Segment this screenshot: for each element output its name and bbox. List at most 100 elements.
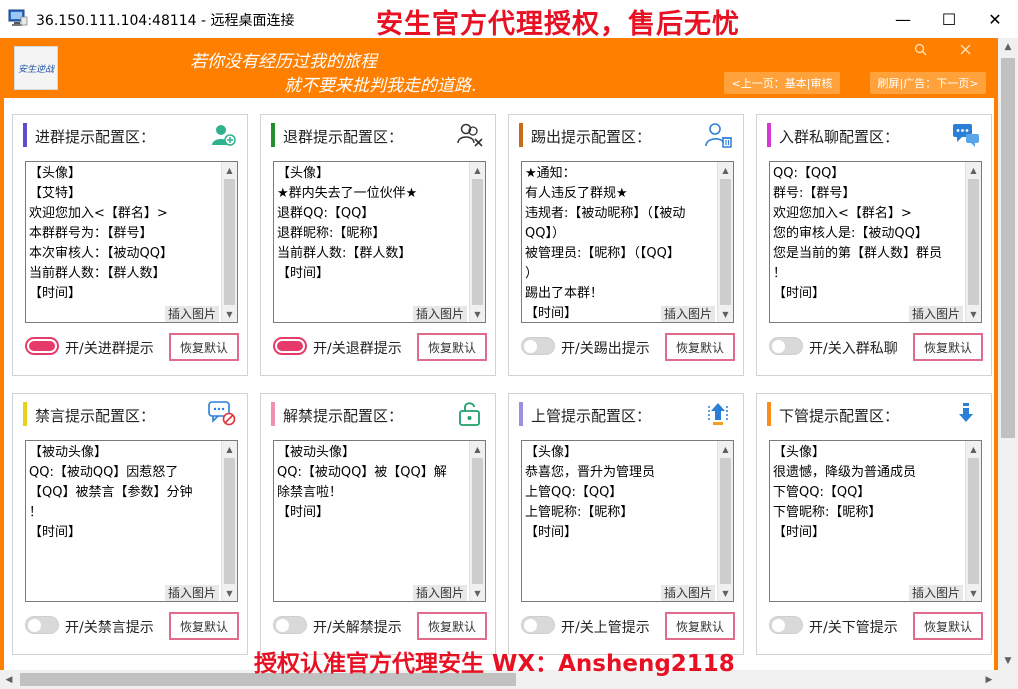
minimize-button[interactable]: — [880,0,926,38]
textarea-scrollbar[interactable]: ▲ ▼ [469,441,485,601]
close-window-button[interactable]: ✕ [972,0,1018,38]
restore-default-button[interactable]: 恢复默认 [665,612,735,640]
restore-default-button[interactable]: 恢复默认 [169,333,239,361]
template-line: 有人违反了群规★ [525,186,628,201]
textarea-scrollbar[interactable]: ▲ ▼ [965,162,981,322]
scroll-up-icon[interactable]: ▲ [222,162,237,178]
vertical-scrollbar[interactable]: ▲ ▼ [998,38,1018,670]
scroll-up-icon[interactable]: ▲ [966,162,981,178]
card-header: 入群私聊配置区： [767,121,981,149]
insert-image-button[interactable]: 插入图片 [660,306,715,322]
restore-default-button[interactable]: 恢复默认 [417,333,487,361]
template-lines: QQ:【QQ】 群号:【群号】 欢迎您加入<【群名】> 您的审核人是:【被动QQ… [773,164,965,304]
message-template-textarea[interactable]: 【头像】 恭喜您，晋升为管理员 上管QQ:【QQ】 上管昵称:【昵称】 【时间】… [521,440,734,602]
scrollbar-thumb[interactable] [224,458,235,584]
scrollbar-thumb[interactable] [968,458,979,584]
message-template-textarea[interactable]: ★通知： 有人违反了群规★ 违规者:【被动昵称】（【被动 QQ】） 被管理员:【… [521,161,734,323]
insert-image-button[interactable]: 插入图片 [412,585,467,601]
enable-toggle[interactable] [273,616,307,634]
scrollbar-thumb[interactable] [1001,58,1015,438]
next-page-button[interactable]: 刷屏|广告：下一页> [870,72,986,94]
scroll-down-icon[interactable]: ▼ [718,585,733,601]
scroll-down-icon[interactable]: ▼ [998,652,1018,670]
scroll-up-icon[interactable]: ▲ [718,162,733,178]
restore-default-button[interactable]: 恢复默认 [169,612,239,640]
restore-default-button[interactable]: 恢复默认 [417,612,487,640]
enable-toggle[interactable] [25,616,59,634]
template-line: 【时间】 [773,286,826,301]
card-accent-bar [519,402,523,426]
scroll-down-icon[interactable]: ▼ [470,585,485,601]
message-template-textarea[interactable]: 【头像】 很遗憾，降级为普通成员 下管QQ:【QQ】 下管昵称:【昵称】 【时间… [769,440,982,602]
scroll-down-icon[interactable]: ▼ [470,306,485,322]
template-line: 很遗憾，降级为普通成员 [773,465,917,480]
toggle-knob [524,340,537,353]
scroll-up-icon[interactable]: ▲ [470,162,485,178]
card-title: 踢出提示配置区： [531,128,652,146]
message-template-textarea[interactable]: 【头像】 ★群内失去了一位伙伴★ 退群QQ:【QQ】 退群昵称:【昵称】 当前群… [273,161,486,323]
scrollbar-thumb[interactable] [720,458,731,584]
insert-image-button[interactable]: 插入图片 [908,306,963,322]
scroll-up-icon[interactable]: ▲ [718,441,733,457]
enable-toggle[interactable] [521,337,555,355]
restore-default-button[interactable]: 恢复默认 [665,333,735,361]
textarea-scrollbar[interactable]: ▲ ▼ [221,441,237,601]
textarea-scrollbar[interactable]: ▲ ▼ [717,162,733,322]
scroll-down-icon[interactable]: ▼ [966,585,981,601]
template-line: 【时间】 [773,525,826,540]
card-demote-admin-notice: 下管提示配置区： 【头像】 很遗憾，降级为普通成员 下管QQ:【QQ】 下管昵称… [756,393,992,655]
scrollbar-thumb[interactable] [224,179,235,305]
window-titlebar[interactable]: 36.150.111.104:48114 - 远程桌面连接 安生官方代理授权，售… [0,0,1018,40]
enable-toggle[interactable] [521,616,555,634]
scrollbar-thumb[interactable] [968,179,979,305]
restore-default-button[interactable]: 恢复默认 [913,612,983,640]
message-template-textarea[interactable]: 【头像】 【艾特】 欢迎您加入<【群名】> 本群群号为：【群号】 本次审核人：【… [25,161,238,323]
scroll-right-icon[interactable]: ▶ [980,670,998,689]
toggle-label: 开/关进群提示 [65,341,154,357]
scroll-down-icon[interactable]: ▼ [222,585,237,601]
card-header: 上管提示配置区： [519,400,733,428]
insert-image-button[interactable]: 插入图片 [908,585,963,601]
textarea-scrollbar[interactable]: ▲ ▼ [965,441,981,601]
restore-default-button[interactable]: 恢复默认 [913,333,983,361]
insert-image-button[interactable]: 插入图片 [164,306,219,322]
prev-page-button[interactable]: <上一页：基本|审核 [724,72,840,94]
scroll-up-icon[interactable]: ▲ [966,441,981,457]
search-icon[interactable] [909,40,931,58]
message-template-textarea[interactable]: QQ:【QQ】 群号:【群号】 欢迎您加入<【群名】> 您的审核人是:【被动QQ… [769,161,982,323]
insert-image-button[interactable]: 插入图片 [660,585,715,601]
close-icon[interactable] [954,40,976,58]
card-header: 下管提示配置区： [767,400,981,428]
authorization-watermark-top: 安生官方代理授权，售后无忧 [376,9,740,40]
template-line: 恭喜您，晋升为管理员 [525,465,656,480]
enable-toggle[interactable] [769,616,803,634]
enable-toggle[interactable] [25,337,59,355]
motto-line-1: 若你没有经历过我的旅程 [190,52,377,72]
toggle-label: 开/关禁言提示 [65,620,154,636]
scrollbar-thumb[interactable] [472,458,483,584]
scroll-up-icon[interactable]: ▲ [222,441,237,457]
scroll-down-icon[interactable]: ▼ [966,306,981,322]
scroll-up-icon[interactable]: ▲ [470,441,485,457]
message-template-textarea[interactable]: 【被动头像】 QQ:【被动QQ】被【QQ】解 除禁言啦！ 【时间】 ▲ ▼ 插入… [273,440,486,602]
message-template-textarea[interactable]: 【被动头像】 QQ:【被动QQ】因惹怒了 【QQ】被禁言【参数】分钟 ！ 【时间… [25,440,238,602]
template-line: 违规者:【被动昵称】（【被动 [525,206,686,221]
scroll-left-icon[interactable]: ◀ [0,670,18,689]
enable-toggle[interactable] [273,337,307,355]
scrollbar-thumb[interactable] [720,179,731,305]
insert-image-button[interactable]: 插入图片 [412,306,467,322]
maximize-button[interactable]: ☐ [926,0,972,38]
insert-image-button[interactable]: 插入图片 [164,585,219,601]
textarea-scrollbar[interactable]: ▲ ▼ [221,162,237,322]
textarea-scrollbar[interactable]: ▲ ▼ [717,441,733,601]
textarea-scrollbar[interactable]: ▲ ▼ [469,162,485,322]
scroll-down-icon[interactable]: ▼ [222,306,237,322]
template-line: 【时间】 [29,525,82,540]
card-title: 进群提示配置区： [35,128,156,146]
scroll-down-icon[interactable]: ▼ [718,306,733,322]
scrollbar-thumb[interactable] [472,179,483,305]
enable-toggle[interactable] [769,337,803,355]
template-line: QQ:【QQ】 [773,166,845,181]
scroll-up-icon[interactable]: ▲ [998,38,1018,56]
card-header: 踢出提示配置区： [519,121,733,149]
